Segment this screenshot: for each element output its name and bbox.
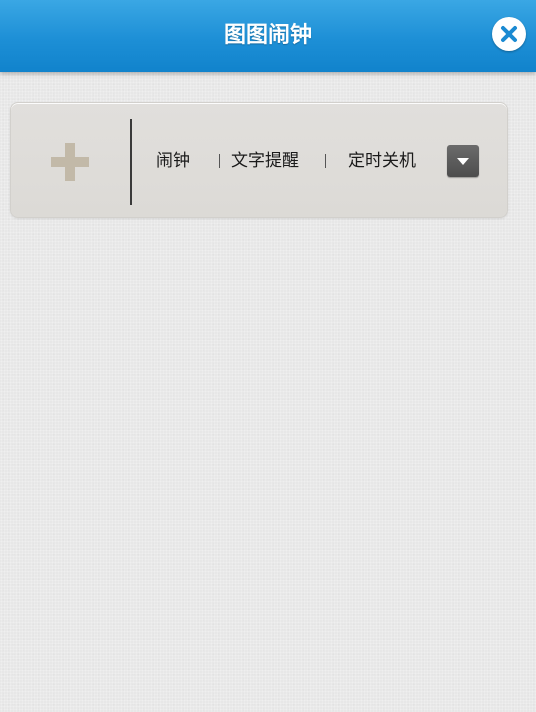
close-icon bbox=[501, 26, 517, 42]
chevron-down-icon bbox=[457, 158, 469, 165]
separator bbox=[325, 154, 326, 168]
divider bbox=[130, 119, 132, 205]
title-bar: 图图闹钟 bbox=[0, 0, 536, 72]
separator bbox=[219, 154, 220, 168]
option-alarm[interactable]: 闹钟 bbox=[156, 149, 190, 173]
dropdown-button[interactable] bbox=[447, 145, 479, 177]
option-text-reminder[interactable]: 文字提醒 bbox=[231, 149, 299, 173]
option-scheduled-shutdown[interactable]: 定时关机 bbox=[348, 149, 416, 173]
alarm-type-panel: 闹钟 文字提醒 定时关机 bbox=[10, 102, 508, 218]
add-button[interactable] bbox=[11, 103, 129, 217]
close-button[interactable] bbox=[492, 17, 526, 51]
app-title: 图图闹钟 bbox=[223, 23, 312, 48]
plus-icon bbox=[51, 143, 89, 181]
